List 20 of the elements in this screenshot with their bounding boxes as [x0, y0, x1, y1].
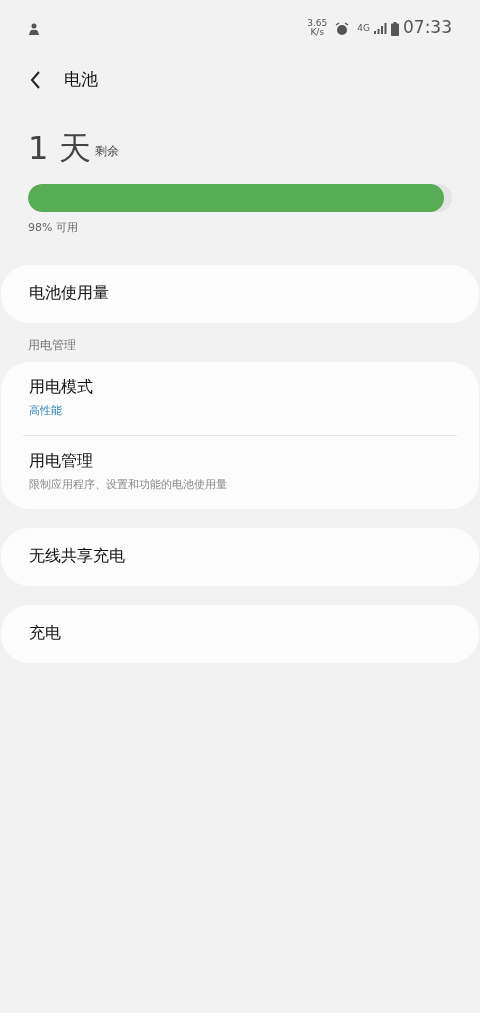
remaining-label: 剩余	[94, 143, 119, 160]
remaining-time: 1 天	[28, 132, 91, 164]
setting-title[interactable]: 用电管理	[29, 450, 451, 474]
battery-percentage: 98% 可用	[28, 220, 79, 236]
setting-title[interactable]: 充电	[29, 621, 451, 646]
net-speed: 3.65	[307, 19, 328, 28]
setting-title[interactable]: 电池使用量	[29, 281, 451, 306]
battery-icon	[391, 21, 399, 36]
notification-icon	[28, 21, 40, 36]
network-type: 4G	[357, 23, 370, 33]
net-speed-unit: K/s	[309, 28, 326, 37]
section-header: 用电管理	[27, 336, 77, 354]
clock: 07:33	[403, 16, 452, 40]
page-title: 电池	[64, 68, 98, 92]
alarm-icon	[335, 21, 350, 36]
setting-title[interactable]: 用电模式	[29, 376, 451, 400]
setting-subtitle: 限制应用程序、设置和功能的电池使用量	[29, 477, 228, 494]
signal-icon	[374, 23, 387, 34]
setting-title[interactable]: 无线共享充电	[29, 544, 451, 569]
setting-subtitle: 高性能	[29, 403, 63, 420]
